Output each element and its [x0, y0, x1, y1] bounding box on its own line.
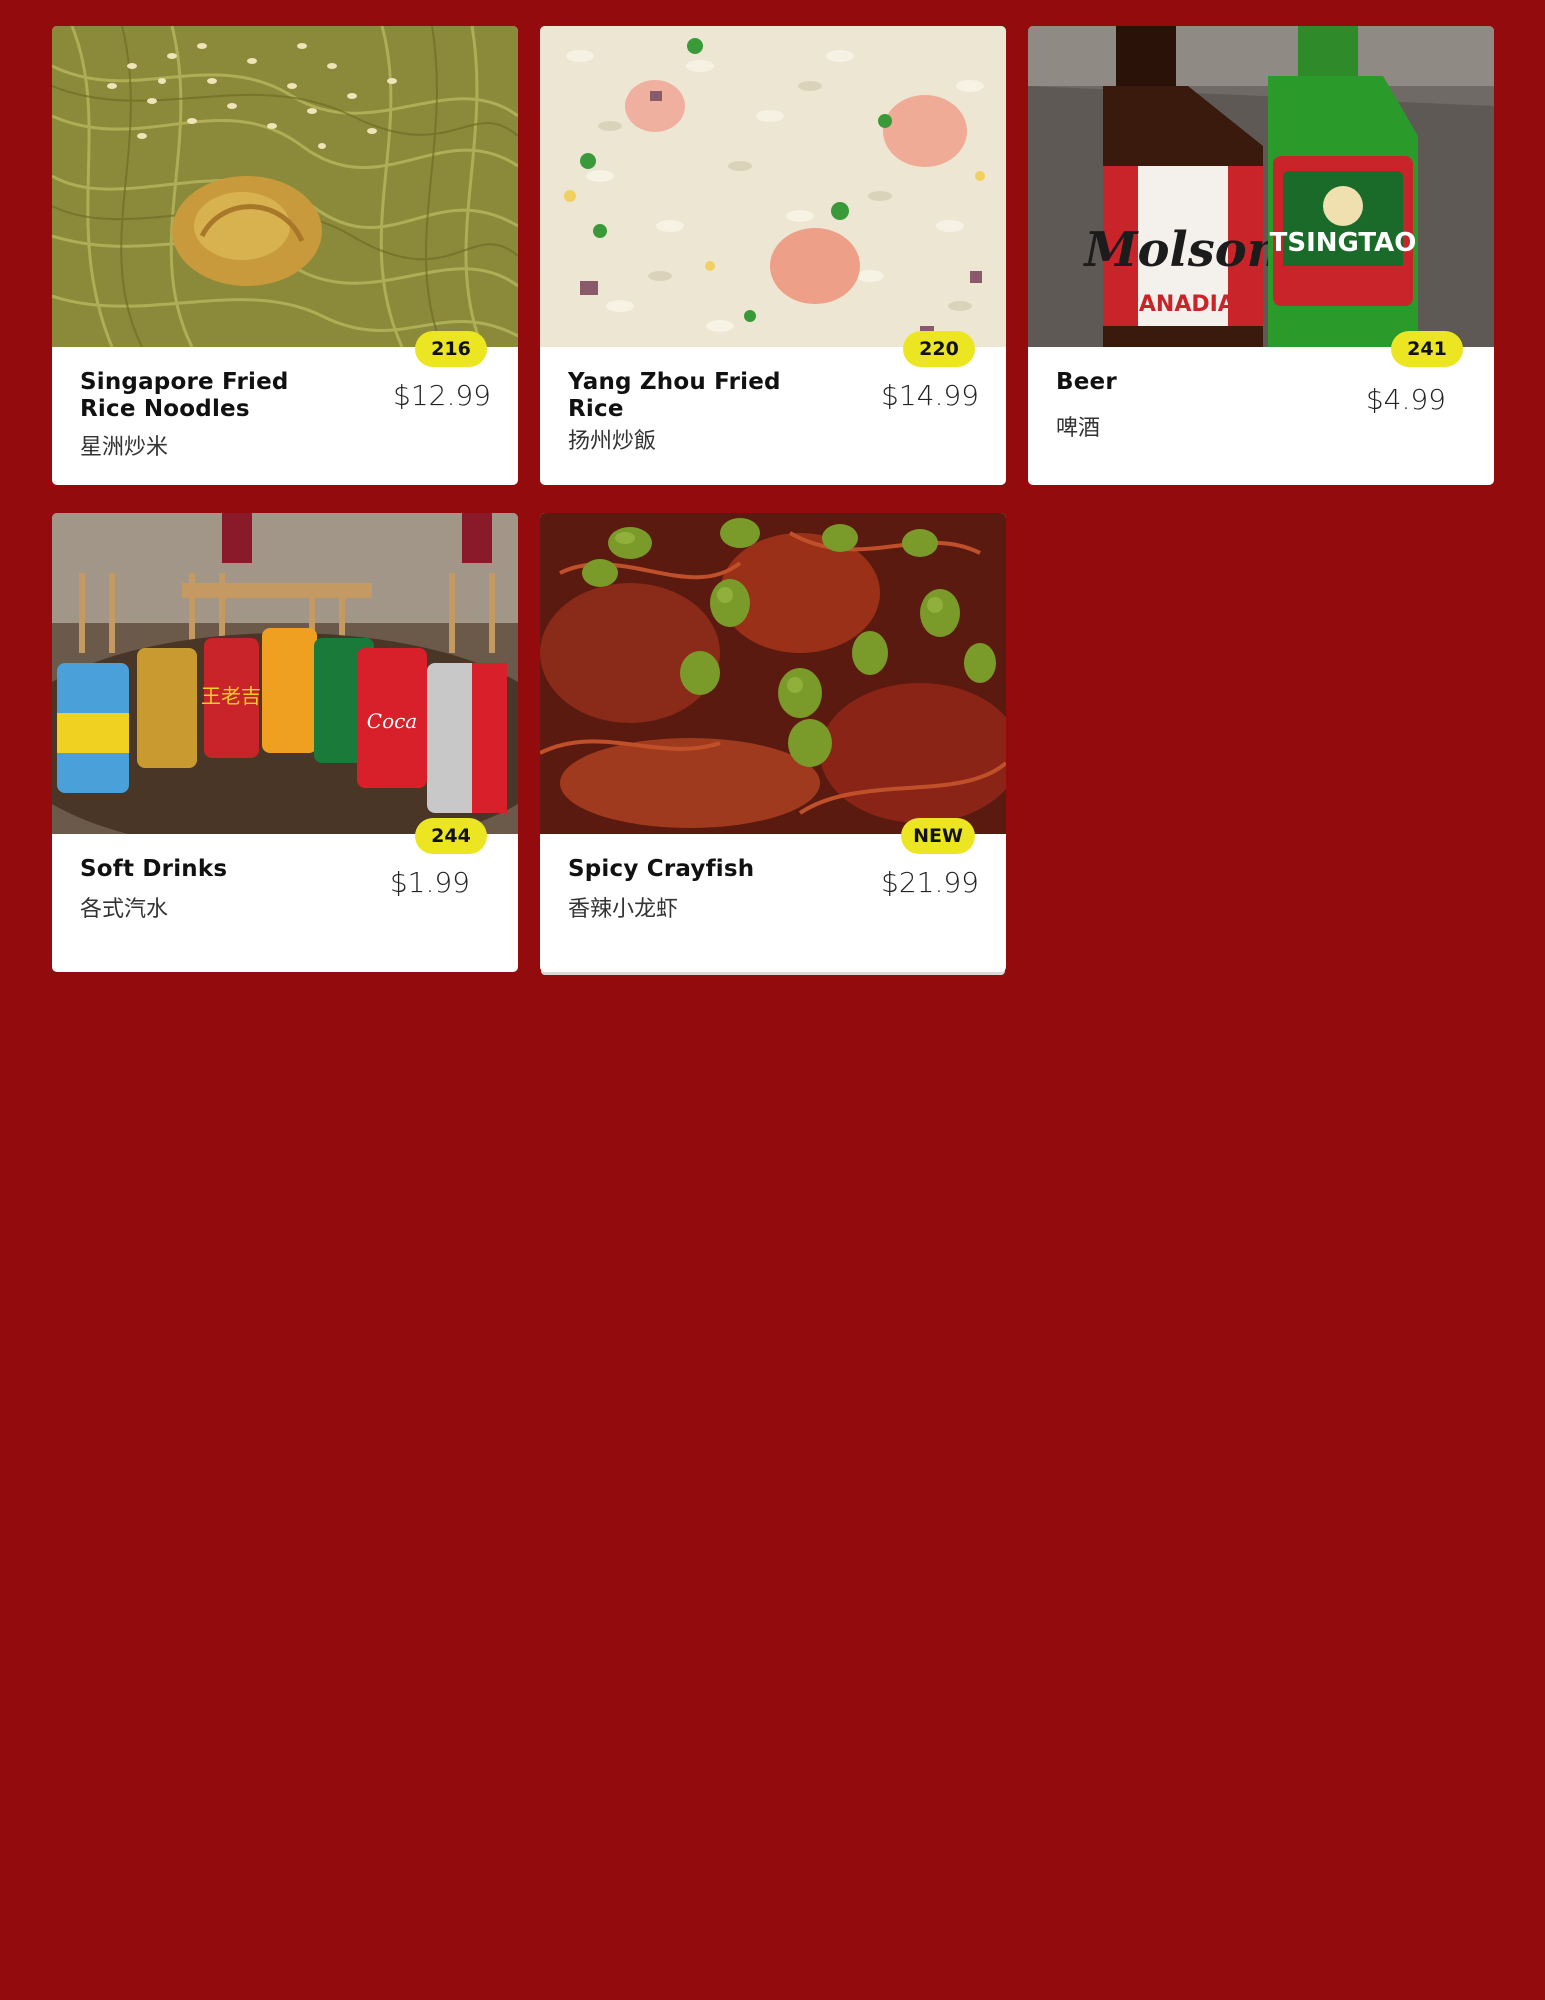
item-info: Singapore Fried Rice Noodles 星洲炒米 $12.99 [52, 347, 518, 485]
singapore-noodles-photo [52, 26, 518, 347]
item-chinese-name: 扬州炒飯 [568, 429, 657, 454]
item-name: Singapore Fried Rice Noodles [80, 369, 289, 422]
menu-card-beer[interactable]: Molson CANADIAN TSINGTAO 241 Beer 啤酒 $4.… [1028, 26, 1494, 485]
crayfish-photo [540, 513, 1006, 834]
item-number-badge: 241 [1391, 331, 1463, 367]
item-price: $21.99 [881, 866, 979, 899]
item-number-badge: 244 [415, 818, 487, 854]
item-price: $1.99 [389, 866, 470, 899]
item-info: Spicy Crayfish 香辣小龙虾 $21.99 [540, 834, 1006, 972]
item-name: Soft Drinks [80, 856, 228, 882]
menu-card-soft-drinks[interactable]: 王老吉 Coca 244 Soft Drinks 各式汽水 $1.99 [52, 513, 518, 972]
menu-card-yang-zhou-fried-rice[interactable]: 220 Yang Zhou Fried Rice 扬州炒飯 $14.99 [540, 26, 1006, 485]
item-number-badge: 216 [415, 331, 487, 367]
menu-card-spicy-crayfish[interactable]: NEW Spicy Crayfish 香辣小龙虾 $21.99 [540, 513, 1006, 972]
item-name: Spicy Crayfish [568, 856, 755, 882]
item-number-badge: 220 [903, 331, 975, 367]
svg-text:TSINGTAO: TSINGTAO [1270, 228, 1417, 258]
svg-text:王老吉: 王老吉 [201, 684, 261, 708]
svg-text:Molson: Molson [1082, 222, 1281, 278]
menu-card-singapore-noodles[interactable]: 216 Singapore Fried Rice Noodles 星洲炒米 $1… [52, 26, 518, 485]
item-price: $4.99 [1365, 383, 1446, 416]
item-price: $12.99 [393, 379, 491, 412]
fried-rice-photo [540, 26, 1006, 347]
svg-text:Coca: Coca [367, 709, 417, 733]
item-name: Beer [1056, 369, 1117, 395]
menu-grid: 216 Singapore Fried Rice Noodles 星洲炒米 $1… [52, 26, 1494, 972]
item-new-badge: NEW [901, 818, 975, 854]
item-chinese-name: 星洲炒米 [80, 435, 169, 460]
item-name: Yang Zhou Fried Rice [568, 369, 781, 422]
item-price: $14.99 [881, 379, 979, 412]
item-info: Beer 啤酒 $4.99 [1028, 347, 1494, 485]
soft-drink-cans-photo: 王老吉 Coca [52, 513, 518, 834]
item-info: Yang Zhou Fried Rice 扬州炒飯 $14.99 [540, 347, 1006, 485]
item-info: Soft Drinks 各式汽水 $1.99 [52, 834, 518, 972]
beer-bottles-photo: Molson CANADIAN TSINGTAO [1028, 26, 1494, 347]
svg-text:CANADIAN: CANADIAN [1123, 292, 1254, 317]
